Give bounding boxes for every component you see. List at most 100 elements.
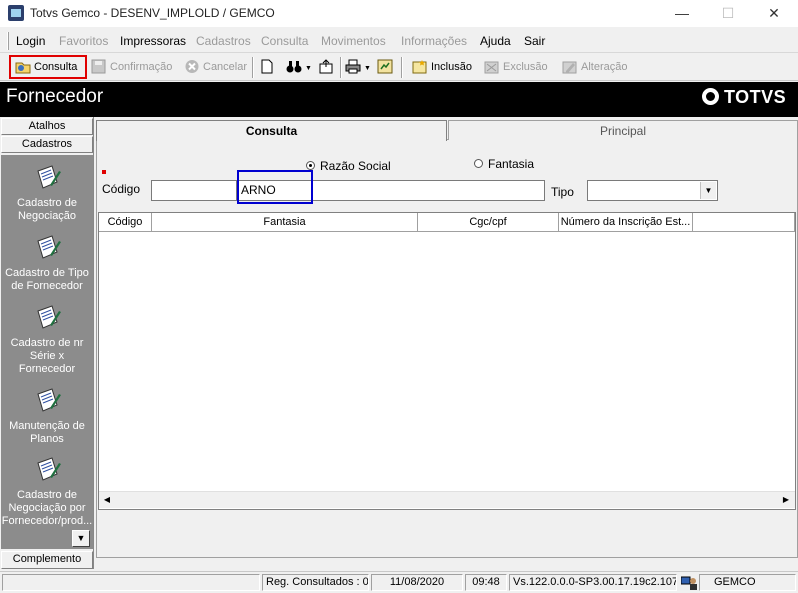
atalhos-button[interactable]: Atalhos (1, 118, 93, 135)
required-marker (102, 170, 106, 174)
edit-icon (562, 59, 578, 74)
document-pen-icon (32, 455, 62, 485)
app-icon (8, 5, 24, 21)
cancelar-label: Cancelar (203, 61, 248, 73)
cancel-icon (184, 59, 200, 74)
exclusao-button[interactable]: Exclusão (484, 57, 548, 78)
menu-favoritos[interactable]: Favoritos (59, 34, 108, 48)
codigo-label: Código (102, 182, 141, 196)
network-user-icon (680, 575, 697, 590)
toolbar: Consulta Confirmação Cancelar ▼ ▼ Inclus… (0, 54, 798, 81)
menu-informacoes[interactable]: Informações (401, 34, 467, 48)
shortcut-cadastro-negociacao[interactable]: Cadastro de Negociação (1, 163, 93, 223)
toolbar-separator (252, 57, 254, 78)
title-bar: Totvs Gemco - DESENV_IMPLOLD / GEMCO — ☐… (0, 0, 798, 27)
cadastros-button[interactable]: Cadastros (1, 136, 93, 153)
menu-ajuda[interactable]: Ajuda (480, 34, 511, 48)
column-header-codigo[interactable]: Código (99, 213, 152, 232)
document-pen-icon (32, 386, 62, 416)
column-header-inscricao-estadual[interactable]: Número da Inscrição Est... (559, 213, 693, 232)
inclusao-button[interactable]: Inclusão (412, 57, 472, 78)
status-panel-empty (2, 574, 260, 591)
dropdown-arrow-icon: ▼ (364, 65, 371, 72)
menu-login[interactable]: Login (16, 34, 45, 48)
menu-consulta[interactable]: Consulta (261, 34, 308, 48)
search-binoculars-button[interactable]: ▼ (286, 57, 312, 78)
menu-grip (7, 32, 9, 50)
column-header-cgc-cpf[interactable]: Cgc/cpf (418, 213, 559, 232)
scroll-left-icon[interactable]: ◀ (99, 492, 115, 508)
report-button[interactable] (377, 57, 396, 78)
save-icon (91, 59, 107, 74)
tipo-select[interactable]: ▼ (587, 180, 718, 201)
print-button[interactable]: ▼ (345, 57, 371, 78)
status-version: Vs.122.0.0.0-SP3.00.17.19c2.107 (509, 574, 677, 591)
menu-sair[interactable]: Sair (524, 34, 545, 48)
document-icon (259, 59, 275, 74)
dropdown-arrow-icon: ▼ (305, 65, 312, 72)
shortcut-cadastro-tipo-fornecedor[interactable]: Cadastro de Tipo de Fornecedor (1, 233, 93, 293)
razao-social-highlight (237, 170, 313, 204)
menu-cadastros[interactable]: Cadastros (196, 34, 251, 48)
column-header-extra[interactable] (693, 213, 795, 232)
confirmacao-button[interactable]: Confirmação (91, 57, 172, 78)
chevron-down-icon: ▼ (76, 533, 86, 543)
toolbar-separator (401, 57, 403, 78)
inclusao-label: Inclusão (431, 61, 472, 73)
menu-movimentos[interactable]: Movimentos (321, 34, 386, 48)
binoculars-icon (286, 59, 302, 74)
totvs-logo-icon (702, 87, 719, 105)
exclusao-label: Exclusão (503, 61, 548, 73)
menu-bar: Login Favoritos Impressoras Cadastros Co… (0, 28, 798, 53)
tab-consulta[interactable]: Consulta (96, 120, 447, 141)
export-icon (318, 58, 334, 74)
binoculars-open-icon (15, 59, 31, 74)
document-pen-icon (32, 233, 62, 263)
tipo-label: Tipo (551, 185, 574, 199)
radio-razao-social[interactable]: Razão Social (306, 159, 391, 173)
complemento-button[interactable]: Complemento (1, 551, 93, 569)
status-bar: Reg. Consultados : 0 11/08/2020 09:48 Vs… (0, 571, 798, 593)
minimize-button[interactable]: — (659, 0, 705, 27)
shortcut-negociacao-fornecedor-produto[interactable]: Cadastro de Negociação por Fornecedor/pr… (1, 455, 93, 528)
cancelar-button[interactable]: Cancelar (184, 57, 247, 78)
printer-icon (345, 59, 361, 74)
chevron-down-icon: ▼ (700, 182, 716, 199)
tab-principal[interactable]: Principal (448, 120, 798, 140)
consulta-button[interactable]: Consulta (9, 55, 87, 79)
page-title: Fornecedor (6, 86, 104, 107)
results-grid: Código Fantasia Cgc/cpf Número da Inscri… (98, 212, 796, 510)
scroll-right-icon[interactable]: ▶ (778, 492, 794, 508)
alteracao-button[interactable]: Alteração (562, 57, 627, 78)
totvs-logo: TOTVS (702, 87, 786, 108)
consulta-label: Consulta (34, 61, 78, 73)
status-time: 09:48 (465, 574, 507, 591)
new-document-button[interactable] (259, 57, 278, 78)
close-button[interactable]: ✕ (751, 0, 797, 27)
radio-selected-icon (306, 161, 315, 171)
radio-unselected-icon (474, 159, 483, 169)
export-button[interactable] (318, 57, 337, 78)
shortcut-cadastro-serie-fornecedor[interactable]: Cadastro de nr Série x Fornecedor (1, 303, 93, 376)
shortcut-scroll-down-button[interactable]: ▼ (72, 530, 90, 547)
page-header: Fornecedor TOTVS (0, 82, 798, 117)
codigo-field[interactable] (151, 180, 237, 201)
shortcut-manutencao-planos[interactable]: Manutenção de Planos (1, 386, 93, 446)
radio-fantasia[interactable]: Fantasia (474, 157, 534, 171)
confirmacao-label: Confirmação (110, 61, 173, 73)
window-title: Totvs Gemco - DESENV_IMPLOLD / GEMCO (30, 6, 275, 20)
maximize-button[interactable]: ☐ (705, 0, 751, 27)
horizontal-scrollbar[interactable]: ◀ ▶ (99, 491, 795, 508)
status-company: GEMCO (699, 574, 796, 591)
toolbar-separator (340, 57, 342, 78)
shortcut-list: Cadastro de Negociação Cadastro de Tipo … (1, 155, 93, 549)
status-reg-consultados: Reg. Consultados : 0 (262, 574, 369, 591)
delete-icon (484, 59, 500, 74)
report-icon (377, 59, 393, 74)
status-date: 11/08/2020 (371, 574, 463, 591)
document-pen-icon (32, 163, 62, 193)
menu-impressoras[interactable]: Impressoras (120, 34, 186, 48)
add-icon (412, 59, 428, 74)
alteracao-label: Alteração (581, 61, 628, 73)
column-header-fantasia[interactable]: Fantasia (152, 213, 418, 232)
